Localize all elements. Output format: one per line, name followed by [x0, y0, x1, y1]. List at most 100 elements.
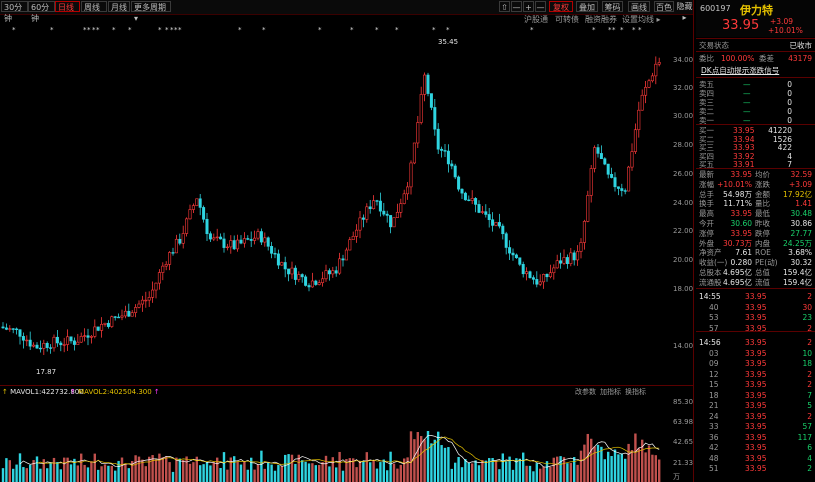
price-tick: 30.00 [673, 112, 694, 120]
candle-body [270, 246, 274, 254]
subtab-0[interactable]: 沪股通 [524, 15, 548, 25]
volume-tick: 63.98 [673, 418, 694, 426]
event-star-icon[interactable]: * [96, 26, 100, 34]
event-star-icon[interactable]: * [165, 26, 169, 34]
volume-bar [409, 431, 413, 482]
candle-body [266, 237, 270, 247]
volume-bar [355, 467, 358, 482]
event-star-icon[interactable]: * [608, 26, 612, 34]
event-star-icon[interactable]: * [612, 26, 616, 34]
tool-button-3[interactable]: — [535, 1, 546, 12]
stock-code: 600197 [700, 4, 731, 13]
event-star-icon[interactable]: * [620, 26, 624, 34]
tool-button-2[interactable]: + [523, 1, 534, 12]
subtab-2[interactable]: 融资融券 [585, 15, 617, 25]
vol-tool-0[interactable]: 改参数 [575, 388, 596, 397]
tick-row: 03 33.95 10 [697, 349, 814, 358]
event-star-icon[interactable]: * [50, 26, 54, 34]
event-star-icon[interactable]: * [238, 26, 242, 34]
candle-body [242, 238, 246, 244]
event-star-icon[interactable]: * [92, 26, 96, 34]
tick-row: 36 33.95 117 [697, 433, 814, 442]
volume-bar [406, 457, 409, 482]
volume-bar [270, 464, 273, 482]
volume-bar [321, 462, 324, 482]
volume-bar [338, 451, 341, 482]
hide-panel-button[interactable]: 隐藏 ▸ [676, 1, 693, 22]
event-star-icon[interactable]: * [87, 26, 91, 34]
tick-row: 33 33.95 57 [697, 422, 814, 431]
event-star-icon[interactable]: * [178, 26, 182, 34]
event-star-icon[interactable]: * [112, 26, 116, 34]
event-star-icon[interactable]: * [158, 26, 162, 34]
tab-5[interactable]: 更多周期 ▾ [131, 1, 171, 23]
tab-0[interactable]: 30分钟 [1, 1, 28, 23]
event-star-icon[interactable]: * [262, 26, 266, 34]
candle-body [239, 239, 243, 244]
volume-bar [158, 453, 161, 482]
event-star-icon[interactable]: * [375, 26, 379, 34]
event-star-icon[interactable]: * [446, 26, 450, 34]
tool-button-6[interactable]: 筹码 [602, 1, 623, 12]
event-star-icon[interactable]: * [128, 26, 132, 34]
volume-bar [358, 460, 362, 482]
event-star-icon[interactable]: * [632, 26, 636, 34]
event-star-icon[interactable]: * [83, 26, 87, 34]
volume-bar [69, 464, 73, 482]
volume-bar [471, 463, 474, 482]
candle-body [501, 225, 505, 235]
stat-row: 总手 54.98万 金额 17.92亿 [697, 190, 814, 199]
candle-body [497, 222, 501, 227]
volume-bar [600, 446, 603, 482]
tool-button-7[interactable]: 画线 [628, 1, 650, 12]
volume-bar [382, 459, 385, 482]
event-star-icon[interactable]: * [638, 26, 642, 34]
vol-tool-1[interactable]: 加指标 [600, 388, 621, 397]
tab-1[interactable]: 60分钟 [28, 1, 55, 23]
tool-button-0[interactable]: ⇧ [499, 1, 510, 12]
candle-body [463, 192, 467, 201]
tick-volume: 57 [802, 422, 812, 431]
tool-button-4[interactable]: 复权 [549, 1, 573, 12]
subtab-3[interactable]: 设置均线 ▸ [622, 15, 661, 25]
event-star-icon[interactable]: * [432, 26, 436, 34]
stat-row: 流通股 4.695亿 流值 159.4亿 [697, 278, 814, 287]
volume-chart[interactable] [0, 398, 668, 482]
ask-volume: 0 [787, 80, 792, 89]
volume-bar [277, 465, 280, 482]
tick-price: 33.95 [745, 411, 767, 421]
stat-value: 33.95 [730, 170, 752, 179]
tab-4[interactable]: 月线 [108, 1, 130, 12]
candle-body [616, 186, 620, 189]
event-star-icon[interactable]: * [12, 26, 16, 34]
candle-body [548, 272, 552, 278]
tab-3[interactable]: 周线 [81, 1, 107, 12]
vol-tool-2[interactable]: 换指标 [625, 388, 646, 397]
tool-button-8[interactable]: 百色 [654, 1, 674, 12]
candlestick-chart[interactable] [0, 35, 668, 385]
tick-row: 24 33.95 2 [697, 412, 814, 421]
tick-time: 14:56 [699, 338, 721, 347]
candle-body [106, 322, 110, 327]
candle-body [253, 237, 257, 241]
subtab-1[interactable]: 可转债 [555, 15, 579, 25]
candle-body [637, 109, 641, 131]
volume-bar [624, 458, 627, 482]
event-star-icon[interactable]: * [395, 26, 399, 34]
tick-row: 48 33.95 4 [697, 454, 814, 463]
event-star-icon[interactable]: * [174, 26, 178, 34]
candle-body [440, 148, 444, 151]
volume-bar [100, 466, 103, 482]
event-star-icon[interactable]: * [530, 26, 534, 34]
candle-body [569, 252, 573, 265]
event-star-icon[interactable]: * [592, 26, 596, 34]
tool-button-5[interactable]: 叠加 [576, 1, 598, 12]
tool-button-1[interactable]: — [511, 1, 522, 12]
signal-link[interactable]: DK点自动提示涨跌信号 [697, 66, 814, 75]
event-star-icon[interactable]: * [318, 26, 322, 34]
tab-2[interactable]: 日线 [55, 1, 80, 12]
event-star-icon[interactable]: * [350, 26, 354, 34]
volume-bar [552, 457, 555, 482]
event-star-icon[interactable]: * [170, 26, 174, 34]
candle-body [161, 265, 165, 273]
